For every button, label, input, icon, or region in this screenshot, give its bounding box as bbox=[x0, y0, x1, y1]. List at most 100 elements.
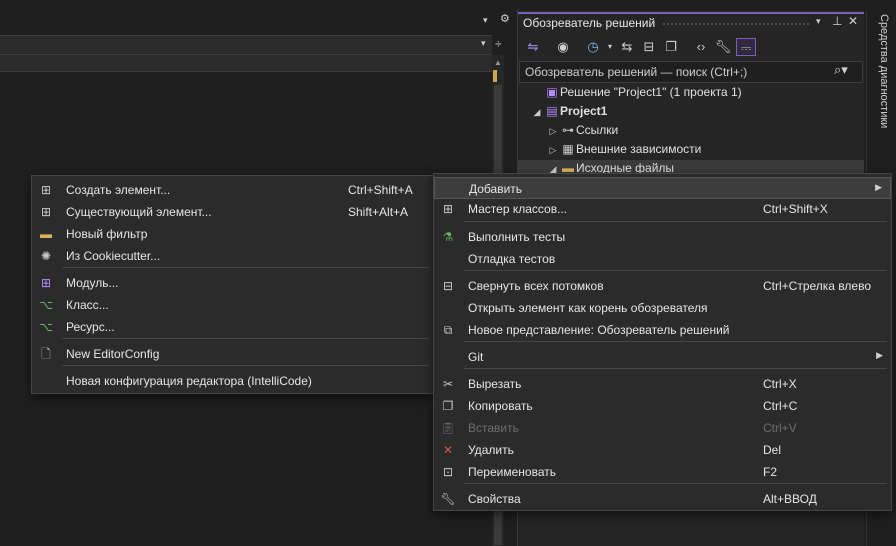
context-menu-item[interactable]: ⚗ Выполнить тесты bbox=[434, 226, 891, 248]
navigation-bar[interactable] bbox=[0, 35, 492, 55]
tree-item[interactable]: ◢ ▤ Project1 bbox=[530, 104, 608, 123]
add-submenu-item[interactable]: Новая конфигурация редактора (IntelliCod… bbox=[32, 370, 433, 392]
add-submenu-item[interactable]: ⊞ Существующий элемент... Shift+Alt+A bbox=[32, 201, 433, 223]
add-submenu-item[interactable]: 🗋︎ New EditorConfig bbox=[32, 343, 433, 365]
sync-icon[interactable]: ⇆ bbox=[618, 38, 636, 56]
menu-item-label: Копировать bbox=[468, 399, 533, 413]
context-menu-item[interactable]: ⊡ Переименовать F2 bbox=[434, 461, 891, 483]
menu-item-shortcut: Ctrl+X bbox=[763, 377, 797, 391]
context-menu-item[interactable]: 🔧︎ Свойства Alt+ВВОД bbox=[434, 488, 891, 510]
menu-item-label: Модуль... bbox=[66, 276, 119, 290]
preview-selected-icon[interactable]: ⎓ bbox=[736, 38, 756, 56]
pending-changes-dropdown-icon[interactable]: ▾ bbox=[601, 38, 619, 56]
split-editor-icon[interactable]: ÷ bbox=[495, 37, 502, 51]
resource-icon: ⌥ bbox=[39, 320, 53, 334]
menu-item-label: Добавить bbox=[469, 182, 523, 196]
menu-item-label: Класс... bbox=[66, 298, 109, 312]
pending-changes-icon[interactable]: ◷ bbox=[584, 38, 602, 56]
new-view-icon: ⧉ bbox=[443, 323, 453, 337]
class-wizard-icon: ⊞ bbox=[442, 202, 454, 216]
context-menu-item[interactable]: ⊟ Свернуть всех потомков Ctrl+Стрелка влев… bbox=[434, 275, 891, 297]
editor-tab-strip bbox=[0, 0, 512, 36]
context-menu-item[interactable]: ⧉ Новое представление: Обозреватель решен… bbox=[434, 319, 891, 341]
diagnostics-tab[interactable]: Средства диагностики bbox=[868, 14, 890, 154]
cut-icon: ✂ bbox=[442, 377, 454, 391]
menu-item-shortcut: Ctrl+C bbox=[763, 399, 798, 413]
expander-icon[interactable]: ◢ bbox=[530, 107, 544, 118]
preview-icon[interactable]: ‹› bbox=[692, 38, 710, 56]
menu-item-label: Создать элемент... bbox=[66, 183, 171, 197]
tab-list-dropdown-icon[interactable]: ▾ bbox=[483, 15, 493, 25]
add-submenu-item[interactable]: ⊞ Создать элемент... Ctrl+Shift+A bbox=[32, 179, 433, 201]
menu-separator bbox=[464, 368, 887, 369]
switch-views-icon[interactable]: ⇋ bbox=[524, 38, 542, 56]
collapse-all-icon: ⊟ bbox=[442, 279, 454, 293]
context-menu-item[interactable]: ⊞ Мастер классов... Ctrl+Shift+X bbox=[434, 198, 891, 220]
pin-icon[interactable]: ⊥ bbox=[832, 14, 842, 28]
menu-item-label: Мастер классов... bbox=[468, 202, 568, 216]
tree-item[interactable]: ▷ ▦ Внешние зависимости bbox=[546, 142, 702, 161]
menu-separator bbox=[62, 365, 429, 366]
menu-separator bbox=[464, 483, 887, 484]
run-tests-icon: ⚗ bbox=[442, 230, 454, 244]
add-submenu-item[interactable]: ▬ Новый фильтр bbox=[32, 223, 433, 245]
submenu-arrow-icon: ▶ bbox=[876, 350, 883, 360]
menu-separator bbox=[62, 338, 429, 339]
scroll-up-icon[interactable]: ▲ bbox=[494, 58, 502, 67]
properties-icon: 🔧︎ bbox=[440, 492, 456, 506]
menu-item-label: Открыть элемент как корень обозревателя bbox=[468, 301, 708, 315]
menu-item-label: Свернуть всех потомков bbox=[468, 279, 604, 293]
tree-item[interactable]: ▣ Решение "Project1" (1 проекта 1) bbox=[530, 85, 741, 104]
show-all-files-icon[interactable]: ❐ bbox=[662, 38, 680, 56]
context-menu-item[interactable]: Добавить ▶ bbox=[434, 177, 891, 199]
menu-separator bbox=[464, 221, 887, 222]
context-menu-item[interactable]: Открыть элемент как корень обозревателя bbox=[434, 297, 891, 319]
globe-icon[interactable]: ◉ bbox=[554, 38, 572, 56]
menu-item-label: Из Cookiecutter... bbox=[66, 249, 161, 263]
add-submenu-item[interactable]: ⌥ Класс... bbox=[32, 294, 433, 316]
close-icon[interactable]: ✕ bbox=[848, 14, 858, 28]
menu-item-shortcut: Alt+ВВОД bbox=[763, 492, 817, 506]
properties-wrench-icon[interactable]: 🔧︎ bbox=[714, 38, 732, 56]
menu-item-shortcut: Ctrl+Стрелка влево bbox=[763, 279, 871, 293]
nav-dropdown-icon[interactable]: ▾ bbox=[481, 38, 486, 49]
new-item-icon: ⊞ bbox=[40, 183, 52, 197]
add-submenu-item[interactable]: ✺ Из Cookiecutter... bbox=[32, 245, 433, 267]
settings-icon[interactable]: ⚙ bbox=[500, 12, 510, 25]
menu-item-label: Новое представление: Обозреватель решени… bbox=[468, 323, 730, 337]
menu-separator bbox=[464, 270, 887, 271]
context-menu-item[interactable]: Отладка тестов bbox=[434, 248, 891, 270]
collapse-all-icon[interactable]: ⊟ bbox=[640, 38, 658, 56]
editorconfig-icon: 🗋︎ bbox=[41, 347, 51, 361]
menu-item-label: Удалить bbox=[468, 443, 514, 457]
context-menu-item[interactable]: ✂ Вырезать Ctrl+X bbox=[434, 373, 891, 395]
menu-item-shortcut: F2 bbox=[763, 465, 778, 479]
expander-icon[interactable]: ▷ bbox=[546, 145, 560, 156]
context-menu-item[interactable]: ❐ Копировать Ctrl+C bbox=[434, 395, 891, 417]
search-icon[interactable]: ⌕▾ bbox=[834, 62, 848, 78]
solution-search-placeholder: Обозреватель решений — поиск (Ctrl+;) bbox=[525, 65, 748, 79]
menu-item-label: Существующий элемент... bbox=[66, 205, 212, 219]
window-position-icon[interactable]: ▾ bbox=[816, 16, 821, 27]
expander-icon[interactable]: ▷ bbox=[546, 126, 560, 137]
rename-icon: ⊡ bbox=[442, 465, 454, 479]
title-grip[interactable] bbox=[662, 22, 810, 26]
context-menu-item[interactable]: Git ▶ bbox=[434, 346, 891, 368]
project-icon: ▤ bbox=[546, 104, 558, 118]
tree-item-label: Ссылки bbox=[576, 123, 619, 137]
menu-item-label: Отладка тестов bbox=[468, 252, 556, 266]
add-submenu-item[interactable]: ⌥ Ресурс... bbox=[32, 316, 433, 338]
menu-item-shortcut: Ctrl+Shift+A bbox=[348, 183, 413, 197]
submenu-arrow-icon: ▶ bbox=[875, 182, 882, 192]
paste-icon: 📋︎ bbox=[440, 421, 456, 435]
new-filter-icon: ▬ bbox=[40, 227, 52, 241]
existing-item-icon: ⊞ bbox=[40, 205, 52, 219]
context-menu-item[interactable]: ✕ Удалить Del bbox=[434, 439, 891, 461]
tree-item[interactable]: ▷ ⊶ Ссылки bbox=[546, 123, 619, 142]
add-submenu-item[interactable]: ⊞ Модуль... bbox=[32, 272, 433, 294]
menu-item-label: Выполнить тесты bbox=[468, 230, 566, 244]
menu-item-label: New EditorConfig bbox=[66, 347, 160, 361]
menu-item-shortcut: Ctrl+Shift+X bbox=[763, 202, 828, 216]
external-deps-icon: ▦ bbox=[562, 142, 574, 156]
class-icon: ⌥ bbox=[39, 298, 53, 312]
